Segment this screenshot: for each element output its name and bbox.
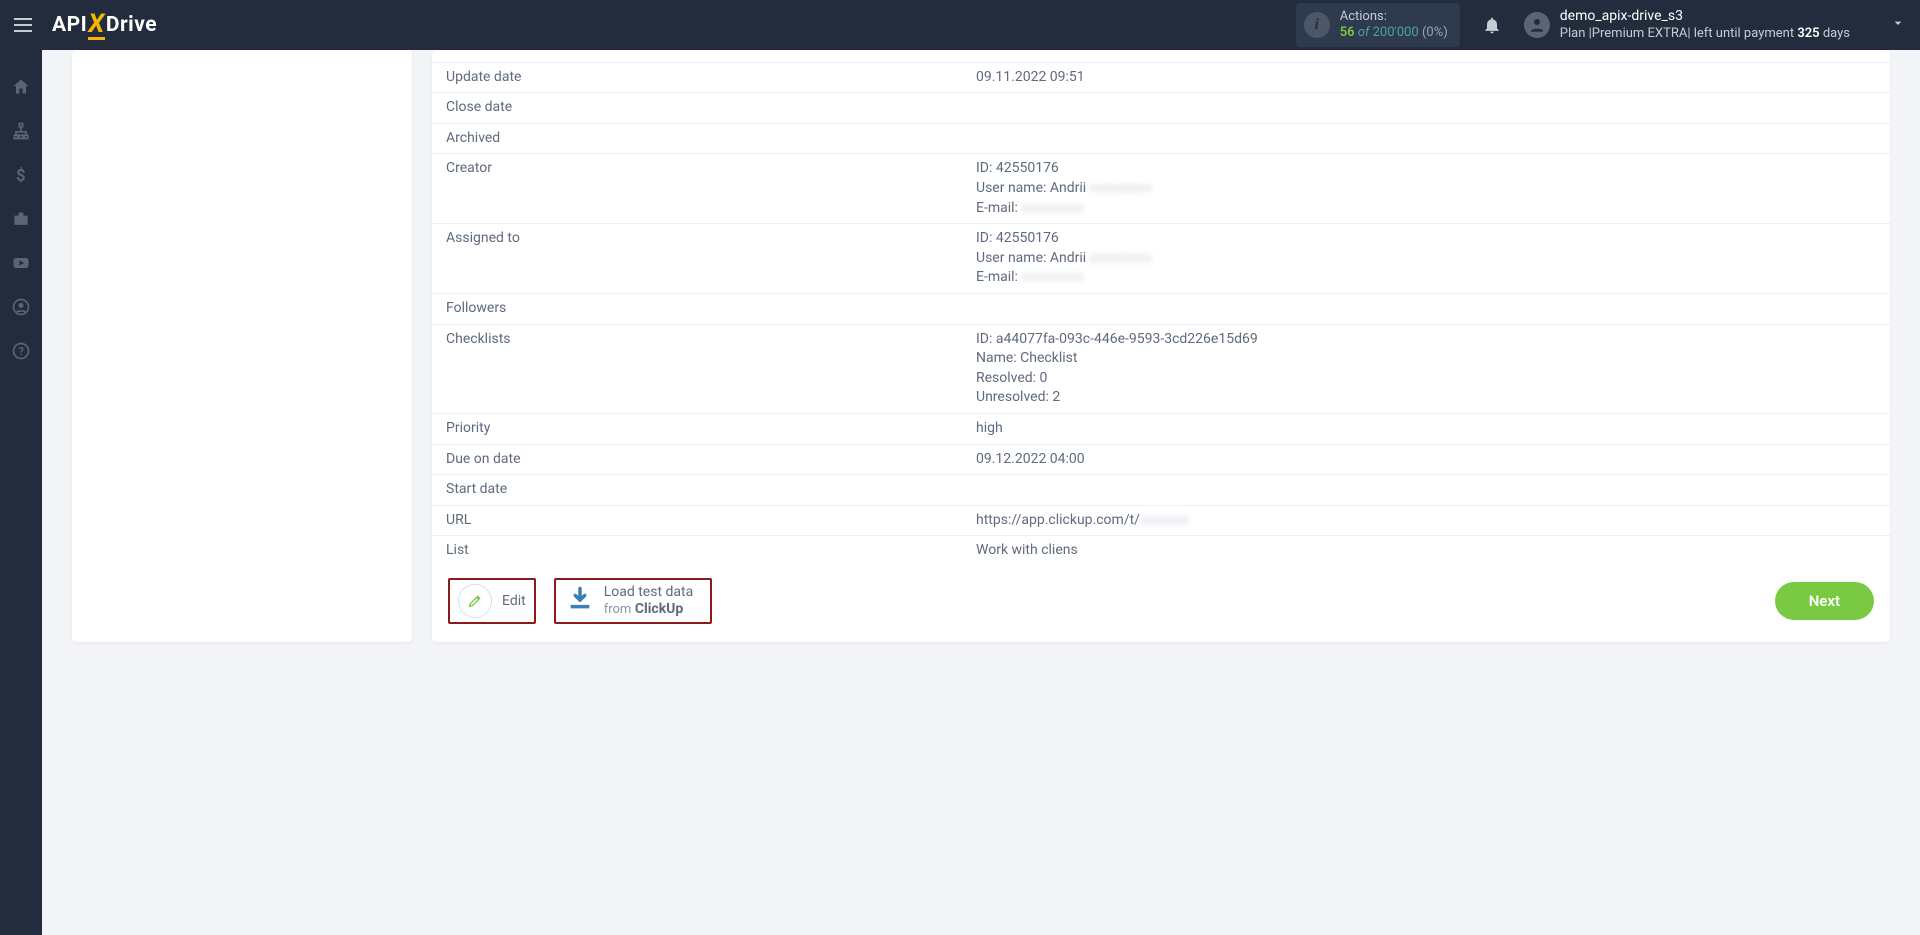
row-label: Creator bbox=[432, 154, 962, 224]
row-value bbox=[962, 123, 1890, 154]
table-row: ChecklistsID: a44077fa-093c-446e-9593-3c… bbox=[432, 324, 1890, 413]
table-row: URLhttps://app.clickup.com/t/xxxxxxx bbox=[432, 505, 1890, 536]
table-row: Creation date09.11.2022 09:00 bbox=[432, 50, 1890, 62]
pencil-icon bbox=[458, 584, 492, 618]
logo-text-api: API bbox=[52, 13, 87, 37]
row-value: ID: 42550176User name: Andrii xxxxxxxxxE… bbox=[962, 154, 1890, 224]
load-text: Load test data from ClickUp bbox=[604, 584, 694, 618]
row-label: Archived bbox=[432, 123, 962, 154]
row-label: Followers bbox=[432, 293, 962, 324]
load-highlight: Load test data from ClickUp bbox=[554, 578, 712, 624]
sidebar-briefcase-icon[interactable] bbox=[10, 208, 32, 230]
sidebar-account-icon[interactable] bbox=[10, 296, 32, 318]
sidebar-connections-icon[interactable] bbox=[10, 120, 32, 142]
sidebar: $ ? bbox=[0, 50, 42, 935]
sidebar-home-icon[interactable] bbox=[10, 76, 32, 98]
table-row: Archived bbox=[432, 123, 1890, 154]
sidebar-video-icon[interactable] bbox=[10, 252, 32, 274]
row-value: ID: a44077fa-093c-446e-9593-3cd226e15d69… bbox=[962, 324, 1890, 413]
load-service: ClickUp bbox=[635, 601, 683, 617]
row-value bbox=[962, 93, 1890, 124]
next-button[interactable]: Next bbox=[1775, 582, 1874, 620]
account-name: demo_apix-drive_s3 bbox=[1560, 8, 1850, 26]
load-line1: Load test data bbox=[604, 584, 694, 600]
row-label: Due on date bbox=[432, 444, 962, 475]
row-value: ID: 42550176User name: Andrii xxxxxxxxxE… bbox=[962, 224, 1890, 294]
download-icon bbox=[566, 585, 594, 617]
actions-usage-box[interactable]: i Actions: 56 of 200'000 (0%) bbox=[1296, 3, 1460, 46]
row-label: Priority bbox=[432, 413, 962, 444]
row-label: Update date bbox=[432, 62, 962, 93]
edit-highlight: Edit bbox=[448, 578, 536, 624]
table-row: CreatorID: 42550176User name: Andrii xxx… bbox=[432, 154, 1890, 224]
row-label: Checklists bbox=[432, 324, 962, 413]
left-panel bbox=[72, 50, 412, 642]
table-row: Close date bbox=[432, 93, 1890, 124]
content: Creation date09.11.2022 09:00Update date… bbox=[42, 50, 1920, 935]
actions-pct: (0%) bbox=[1422, 25, 1448, 40]
table-row: Start date bbox=[432, 475, 1890, 506]
topbar: APIXDrive i Actions: 56 of 200'000 (0%) … bbox=[0, 0, 1920, 50]
row-label: Close date bbox=[432, 93, 962, 124]
button-row: Edit Load test data from ClickUp bbox=[432, 562, 1890, 642]
avatar-icon[interactable] bbox=[1524, 12, 1550, 38]
table-row: Assigned toID: 42550176User name: Andrii… bbox=[432, 224, 1890, 294]
data-table-container: Creation date09.11.2022 09:00Update date… bbox=[432, 50, 1890, 562]
actions-label: Actions: bbox=[1340, 9, 1448, 25]
account-info[interactable]: demo_apix-drive_s3 Plan |Premium EXTRA| … bbox=[1560, 8, 1850, 42]
notifications-icon[interactable] bbox=[1482, 15, 1502, 35]
row-value: high bbox=[962, 413, 1890, 444]
actions-text: Actions: 56 of 200'000 (0%) bbox=[1340, 9, 1448, 40]
table-row: Update date09.11.2022 09:51 bbox=[432, 62, 1890, 93]
account-plan: Plan |Premium EXTRA| left until payment … bbox=[1560, 26, 1850, 42]
sidebar-billing-icon[interactable]: $ bbox=[10, 164, 32, 186]
logo-text-drive: Drive bbox=[106, 13, 157, 37]
row-value bbox=[962, 475, 1890, 506]
table-row: Priorityhigh bbox=[432, 413, 1890, 444]
row-value: 09.11.2022 09:51 bbox=[962, 62, 1890, 93]
data-table: Creation date09.11.2022 09:00Update date… bbox=[432, 50, 1890, 562]
logo-x-icon: X bbox=[88, 11, 105, 40]
table-row: Followers bbox=[432, 293, 1890, 324]
row-label: URL bbox=[432, 505, 962, 536]
actions-of: of bbox=[1358, 25, 1370, 40]
table-row: ListWork with cliens bbox=[432, 536, 1890, 562]
load-test-data-button[interactable]: Load test data from ClickUp bbox=[566, 584, 694, 618]
row-value bbox=[962, 293, 1890, 324]
row-label: List bbox=[432, 536, 962, 562]
row-label: Start date bbox=[432, 475, 962, 506]
svg-text:?: ? bbox=[19, 345, 24, 358]
menu-toggle[interactable] bbox=[14, 14, 36, 36]
row-value: Work with cliens bbox=[962, 536, 1890, 562]
logo[interactable]: APIXDrive bbox=[52, 11, 157, 40]
load-from: from bbox=[604, 602, 632, 617]
actions-count: 56 bbox=[1340, 25, 1355, 40]
right-panel: Creation date09.11.2022 09:00Update date… bbox=[432, 50, 1890, 642]
row-value: 09.12.2022 04:00 bbox=[962, 444, 1890, 475]
info-icon: i bbox=[1304, 12, 1330, 38]
edit-button[interactable]: Edit bbox=[458, 584, 526, 618]
row-value: 09.11.2022 09:00 bbox=[962, 50, 1890, 62]
actions-total: 200'000 bbox=[1373, 25, 1419, 40]
row-value: https://app.clickup.com/t/xxxxxxx bbox=[962, 505, 1890, 536]
sidebar-help-icon[interactable]: ? bbox=[10, 340, 32, 362]
svg-text:$: $ bbox=[16, 167, 26, 185]
row-label: Assigned to bbox=[432, 224, 962, 294]
row-label: Creation date bbox=[432, 50, 962, 62]
table-row: Due on date09.12.2022 04:00 bbox=[432, 444, 1890, 475]
account-dropdown-icon[interactable] bbox=[1890, 15, 1906, 35]
edit-label: Edit bbox=[502, 593, 526, 609]
